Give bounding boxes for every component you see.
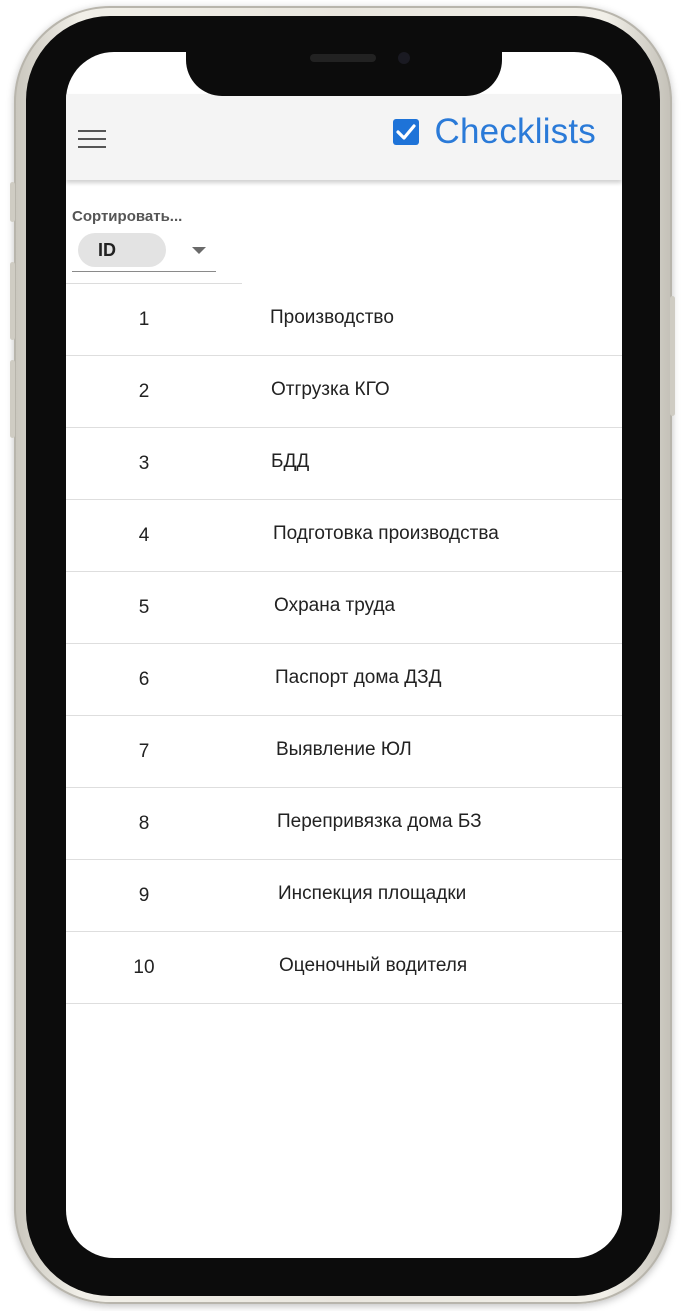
list-item-name: Оценочный водителя [279,955,468,976]
list-item-id: 2 [138,381,150,402]
sort-control: Сортировать... ID [72,208,216,272]
app-screen: Checklists Сортировать... ID 1 Производст… [66,52,622,1258]
list-item-name: Производство [270,307,394,328]
sort-select[interactable]: ID [72,233,216,272]
list-item[interactable]: 4 Подготовка производства [66,500,622,572]
list-item-id: 5 [138,597,150,618]
list-item-name: Перепривязка дома БЗ [277,811,482,832]
list-item[interactable]: 10 Оценочный водителя [66,932,622,1004]
app-brand: Checklists [392,112,596,152]
list-item-name: БДД [271,451,310,472]
list-item-name: Отгрузка КГО [271,379,390,400]
list-item-id: 3 [138,453,150,474]
checkbox-checked-icon [392,119,419,145]
list-item-id: 7 [138,741,150,762]
list-item-name: Выявление ЮЛ [276,739,412,760]
speaker-grille [310,54,376,62]
list-item[interactable]: 7 Выявление ЮЛ [66,716,622,788]
sort-label: Сортировать... [72,208,183,225]
list-item[interactable]: 1 Производство [66,284,622,356]
list-item-name: Охрана труда [274,595,396,616]
list-item-name: Инспекция площадки [278,883,467,904]
list-item[interactable]: 8 Перепривязка дома БЗ [66,788,622,860]
phone-side-button [670,296,675,416]
list-item[interactable]: 9 Инспекция площадки [66,860,622,932]
phone-side-button [10,182,15,222]
list-item[interactable]: 5 Охрана труда [66,572,622,644]
list-item-id: 9 [138,885,150,906]
app-bar: Checklists [66,94,622,180]
list-item-id: 6 [138,669,150,690]
list-item[interactable]: 3 БДД [66,428,622,500]
chevron-down-icon[interactable] [192,247,206,254]
list-item-id: 10 [133,957,155,978]
phone-side-button [10,262,15,340]
sort-value-chip[interactable]: ID [78,233,166,267]
list-item[interactable]: 2 Отгрузка КГО [66,356,622,428]
list-item-name: Паспорт дома ДЗД [275,667,442,688]
list-item-id: 4 [138,525,150,546]
phone-notch [186,40,502,96]
front-camera [398,52,410,64]
list-item[interactable]: 6 Паспорт дома ДЗД [66,644,622,716]
list-item-name: Подготовка производства [273,523,499,544]
hamburger-menu-icon[interactable] [78,130,106,150]
list-item-id: 8 [138,813,150,834]
page-title: Checklists [434,112,596,151]
list-item-id: 1 [138,309,150,330]
phone-side-button [10,360,15,438]
checklist-list: 1 Производство 2 Отгрузка КГО 3 БДД 4 Подготовк… [66,284,622,1004]
